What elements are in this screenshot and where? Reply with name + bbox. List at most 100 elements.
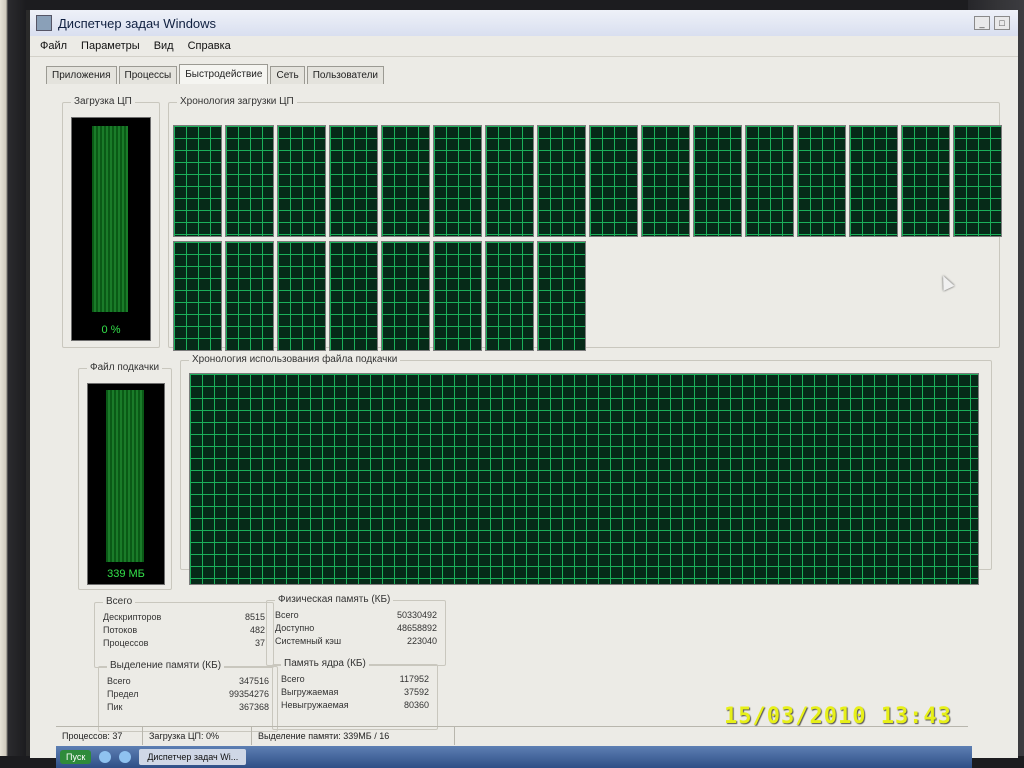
quick-launch-icon[interactable] — [99, 751, 112, 763]
cpu-core-history-graph — [329, 125, 378, 237]
title-bar[interactable]: Диспетчер задач Windows _ □ — [30, 10, 1018, 36]
stat-name: Выгружаемая — [281, 687, 339, 697]
totals-label: Всего — [103, 596, 136, 607]
pagefile-usage-value: 339 МБ — [107, 568, 145, 580]
cpu-core-history-graph — [849, 125, 898, 237]
cpu-core-history-graph — [953, 125, 1002, 237]
photo-datestamp: 15/03/2010 13:43 — [724, 704, 952, 729]
menu-help[interactable]: Справка — [188, 40, 231, 52]
cpu-core-history-graph — [225, 241, 274, 351]
cpu-history-group: Хронология загрузки ЦП — [168, 96, 1002, 351]
kernel-memory-label: Память ядра (КБ) — [281, 658, 369, 669]
tab-applications[interactable]: Приложения — [46, 66, 117, 84]
commit-charge-label: Выделение памяти (КБ) — [107, 660, 225, 671]
pagefile-usage-meter: 339 МБ — [87, 383, 165, 585]
task-manager-window: Диспетчер задач Windows _ □ Файл Парамет… — [30, 10, 1018, 758]
commit-charge-group: Выделение памяти (КБ) Всего 347516 Предел… — [98, 660, 278, 732]
totals-row-processes: Процессов 37 — [103, 637, 265, 650]
commit-charge-row-limit: Предел 99354276 — [107, 688, 269, 701]
pagefile-usage-bar — [106, 390, 144, 562]
status-commit: Выделение памяти: 339МБ / 16 — [252, 727, 455, 745]
stat-value: 50330492 — [396, 610, 437, 620]
menu-bar: Файл Параметры Вид Справка — [30, 36, 1018, 57]
cpu-core-history-graph — [381, 125, 430, 237]
tab-network[interactable]: Сеть — [270, 66, 305, 84]
totals-row-threads: Потоков 482 — [103, 624, 265, 637]
cpu-usage-bar — [92, 126, 128, 312]
maximize-button[interactable]: □ — [994, 16, 1010, 30]
cpu-core-history-graph — [173, 125, 222, 237]
commit-charge-row-peak: Пик 367368 — [107, 701, 269, 714]
cpu-core-history-graph — [693, 125, 742, 237]
quick-launch-icon[interactable] — [119, 751, 132, 763]
taskbar: Пуск Диспетчер задач Wi... — [56, 746, 972, 768]
task-manager-icon — [36, 15, 52, 31]
kernel-memory-row-nonpaged: Невыгружаемая 80360 — [281, 699, 429, 712]
cpu-history-label: Хронология загрузки ЦП — [177, 96, 297, 107]
menu-options[interactable]: Параметры — [81, 40, 140, 52]
stat-name: Предел — [107, 689, 139, 699]
tab-users[interactable]: Пользователи — [306, 66, 384, 84]
physical-memory-label: Физическая память (КБ) — [275, 594, 394, 605]
stat-value: 347516 — [238, 676, 269, 686]
cpu-core-history-graph — [485, 241, 534, 351]
taskbar-task-manager-button[interactable]: Диспетчер задач Wi... — [139, 749, 247, 765]
menu-file[interactable]: Файл — [40, 40, 67, 52]
window-controls: _ □ — [974, 16, 1010, 30]
pagefile-usage-group: Файл подкачки 339 МБ — [78, 362, 172, 590]
stat-name: Всего — [281, 674, 305, 684]
tab-performance[interactable]: Быстродействие — [179, 64, 269, 84]
cpu-core-history-graph — [745, 125, 794, 237]
cpu-core-history-graph — [589, 125, 638, 237]
pagefile-history-label: Хронология использования файла подкачки — [189, 354, 401, 365]
stat-name: Всего — [107, 676, 131, 686]
cpu-core-history-graph — [901, 125, 950, 237]
kernel-memory-row-total: Всего 117952 — [281, 673, 429, 686]
commit-charge-row-total: Всего 347516 — [107, 675, 269, 688]
stat-name: Доступно — [275, 623, 315, 633]
totals-row-handles: Дескрипторов 8515 — [103, 611, 265, 624]
minimize-button[interactable]: _ — [974, 16, 990, 30]
tab-strip: Приложения Процессы Быстродействие Сеть … — [46, 64, 384, 84]
cpu-core-history-graph — [381, 241, 430, 351]
cpu-core-history-graph — [485, 125, 534, 237]
physical-memory-row-total: Всего 50330492 — [275, 609, 437, 622]
stat-value: 80360 — [403, 700, 429, 710]
stat-name: Пик — [107, 702, 123, 712]
cpu-usage-label: Загрузка ЦП — [71, 96, 135, 107]
stat-name: Невыгружаемая — [281, 700, 349, 710]
stat-name: Потоков — [103, 625, 138, 635]
kernel-memory-row-paged: Выгружаемая 37592 — [281, 686, 429, 699]
cpu-core-history-graph — [173, 241, 222, 351]
physical-memory-row-cache: Системный кэш 223040 — [275, 635, 437, 648]
cpu-core-history-graph — [277, 241, 326, 351]
cpu-core-history-graph — [225, 125, 274, 237]
stat-value: 37 — [254, 638, 265, 648]
stat-value: 99354276 — [228, 689, 269, 699]
cpu-core-history-graph — [277, 125, 326, 237]
kernel-memory-group: Память ядра (КБ) Всего 117952 Выгружаемая… — [272, 658, 438, 730]
menu-view[interactable]: Вид — [154, 40, 174, 52]
cpu-usage-meter: 0 % — [71, 117, 151, 341]
stat-value: 48658892 — [396, 623, 437, 633]
stat-value: 482 — [249, 625, 265, 635]
start-button[interactable]: Пуск — [60, 750, 92, 764]
stat-value: 223040 — [406, 636, 437, 646]
tab-processes[interactable]: Процессы — [118, 66, 178, 84]
cpu-core-history-graph — [329, 241, 378, 351]
cpu-core-history-graph — [641, 125, 690, 237]
stat-value: 8515 — [244, 612, 265, 622]
cpu-core-history-graph — [537, 125, 586, 237]
status-cpu: Загрузка ЦП: 0% — [143, 727, 252, 745]
cpu-usage-value: 0 % — [101, 324, 121, 336]
stat-name: Процессов — [103, 638, 149, 648]
cpu-core-history-graph — [433, 241, 482, 351]
status-processes: Процессов: 37 — [56, 727, 143, 745]
totals-group: Всего Дескрипторов 8515 Потоков 482 Процес… — [94, 596, 274, 668]
pagefile-history-graph — [189, 373, 979, 585]
stat-value: 367368 — [238, 702, 269, 712]
stat-name: Системный кэш — [275, 636, 342, 646]
stat-value: 117952 — [399, 674, 429, 684]
monitor-bezel-top — [0, 0, 1024, 10]
pagefile-usage-label: Файл подкачки — [87, 362, 163, 373]
